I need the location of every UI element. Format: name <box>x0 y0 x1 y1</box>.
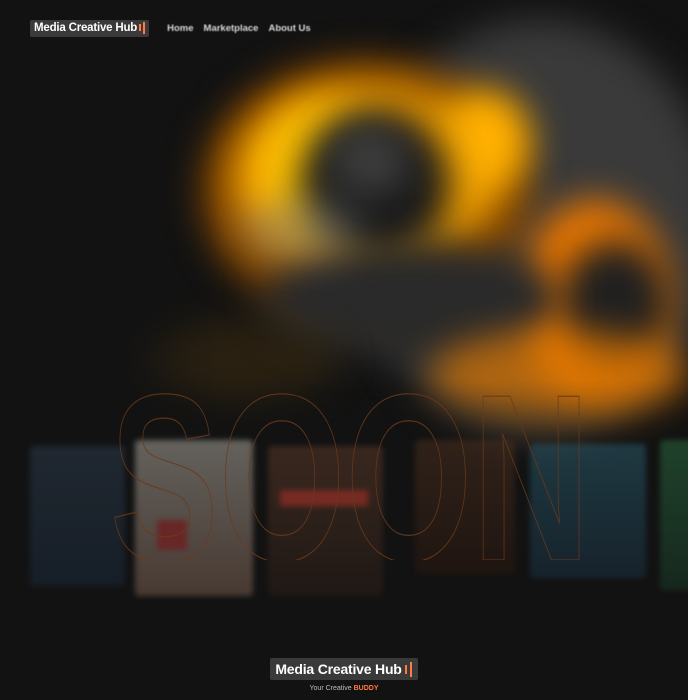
logo-bars-icon <box>139 22 146 34</box>
tagline-accent: BUDDY <box>353 685 379 692</box>
site-logo[interactable]: Media Creative Hub <box>30 19 150 37</box>
site-footer: Media Creative Hub Your Creative BUDDY <box>0 658 688 692</box>
nav-about-us[interactable]: About Us <box>268 23 310 34</box>
nav-marketplace[interactable]: Marketplace <box>204 23 259 34</box>
main-nav: Home Marketplace About Us <box>167 23 311 34</box>
footer-logo[interactable]: Media Creative Hub <box>270 658 418 680</box>
footer-tagline: Your Creative BUDDY <box>0 685 688 692</box>
nav-home[interactable]: Home <box>167 23 193 34</box>
footer-logo-text: Media Creative Hub <box>275 661 402 677</box>
page: Media Creative Hub Home Marketplace Abou… <box>0 0 688 700</box>
tagline-prefix: Your Creative <box>309 685 352 692</box>
site-header: Media Creative Hub Home Marketplace Abou… <box>30 18 311 38</box>
preview-card <box>660 440 688 590</box>
soon-text: SOON <box>110 360 590 560</box>
soon-outline-word: SOON <box>109 360 590 560</box>
logo-bars-icon <box>404 661 414 677</box>
site-logo-text: Media Creative Hub <box>34 22 138 34</box>
